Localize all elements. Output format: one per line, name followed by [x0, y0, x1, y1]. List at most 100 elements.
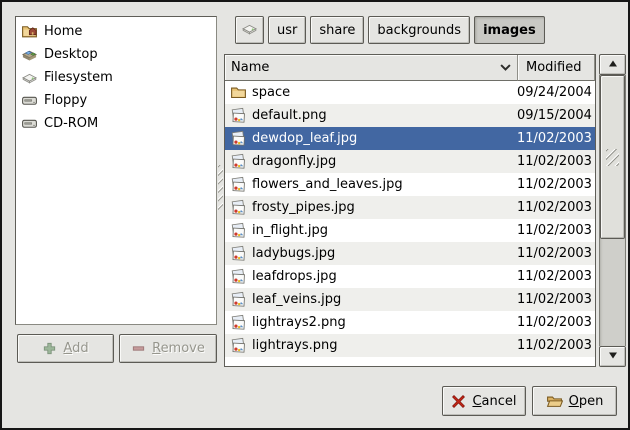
file-row-lightrays-png[interactable]: lightrays.png 11/02/2003: [225, 334, 595, 357]
path-button-usr[interactable]: usr: [268, 16, 306, 44]
file-name-cell: flowers_and_leaves.jpg: [225, 176, 517, 193]
image-file-icon: [230, 130, 247, 147]
file-modified: 11/02/2003: [517, 154, 595, 169]
file-modified: 11/02/2003: [517, 315, 595, 330]
file-name: leaf_veins.jpg: [252, 292, 341, 307]
file-name-cell: frosty_pipes.jpg: [225, 199, 517, 216]
scrollbar-thumb[interactable]: [600, 75, 625, 239]
cancel-button[interactable]: Cancel: [442, 386, 526, 416]
file-rows: space09/24/2004default.png09/15/2004dewd…: [225, 81, 595, 357]
file-name-cell: in_flight.jpg: [225, 222, 517, 239]
path-button-images[interactable]: images: [474, 16, 545, 44]
file-modified: 11/02/2003: [517, 200, 595, 215]
file-name-cell: leafdrops.jpg: [225, 268, 517, 285]
image-file-icon: [230, 107, 247, 124]
file-row-space[interactable]: space 09/24/2004: [225, 81, 595, 104]
list-header: Name Modified: [225, 55, 595, 81]
path-button-backgrounds[interactable]: backgrounds: [368, 16, 470, 44]
file-name-cell: default.png: [225, 107, 517, 124]
file-modified: 11/02/2003: [517, 292, 595, 307]
file-row-leafdrops-jpg[interactable]: leafdrops.jpg11/02/2003: [225, 265, 595, 288]
pane-resize-handle[interactable]: [218, 165, 223, 211]
file-name: ladybugs.jpg: [252, 246, 335, 261]
file-list: Name Modified space 09/24/2004 default.png…: [224, 54, 596, 367]
image-file-icon: [230, 291, 247, 308]
file-modified: 11/02/2003: [517, 246, 595, 261]
cancel-x-icon: [451, 394, 466, 409]
open-button-label: Open: [569, 394, 604, 409]
path-button-label: usr: [277, 23, 297, 38]
open-folder-icon: [546, 393, 563, 410]
image-file-icon: [230, 314, 247, 331]
file-name: space: [252, 85, 290, 100]
file-row-default-png[interactable]: default.png 09/15/2004: [225, 104, 595, 127]
remove-button-label: Remove: [152, 341, 205, 356]
file-modified: 09/24/2004: [517, 85, 595, 100]
vertical-scrollbar: [599, 54, 626, 367]
file-modified: 11/02/2003: [517, 177, 595, 192]
scrollbar-trough[interactable]: [599, 75, 626, 346]
add-button[interactable]: Add: [17, 334, 114, 363]
scroll-up-button[interactable]: [599, 54, 626, 75]
image-file-icon: [230, 337, 247, 354]
remove-minus-icon: [131, 341, 146, 356]
file-chooser-dialog: Home DesktopFilesystem Floppy CD-ROM usr sha…: [0, 0, 630, 430]
file-row-lightrays2-png[interactable]: lightrays2.png 11/02/2003: [225, 311, 595, 334]
file-modified: 11/02/2003: [517, 338, 595, 353]
places-sidebar: Home DesktopFilesystem Floppy CD-ROM: [15, 16, 217, 325]
sidebar-item-home[interactable]: Home: [16, 20, 216, 43]
file-row-dewdop-leaf-jpg[interactable]: dewdop_leaf.jpg11/02/2003: [225, 127, 595, 150]
file-name-cell: lightrays.png: [225, 337, 517, 354]
file-modified: 09/15/2004: [517, 108, 595, 123]
sidebar-item-filesystem[interactable]: Filesystem: [16, 66, 216, 89]
sidebar-item-label: CD-ROM: [44, 116, 98, 131]
open-button[interactable]: Open: [532, 386, 617, 416]
sidebar-item-label: Floppy: [44, 93, 87, 108]
file-name: in_flight.jpg: [252, 223, 328, 238]
file-name: lightrays.png: [252, 338, 337, 353]
floppy-drive-icon: [21, 92, 38, 109]
add-button-label: Add: [63, 341, 88, 356]
sidebar-item-label: Home: [44, 24, 82, 39]
scroll-down-button[interactable]: [599, 346, 626, 367]
file-name: default.png: [252, 108, 327, 123]
path-button-label: images: [483, 23, 536, 38]
file-row-leaf-veins-jpg[interactable]: leaf_veins.jpg 11/02/2003: [225, 288, 595, 311]
file-modified: 11/02/2003: [517, 269, 595, 284]
folder-icon: [230, 84, 247, 101]
column-header-name[interactable]: Name: [225, 55, 518, 81]
file-name: flowers_and_leaves.jpg: [252, 177, 403, 192]
file-name-cell: lightrays2.png: [225, 314, 517, 331]
sidebar-item-floppy[interactable]: Floppy: [16, 89, 216, 112]
scrollbar-grip: [606, 149, 619, 166]
path-button-label: backgrounds: [377, 23, 461, 38]
file-row-frosty-pipes-jpg[interactable]: frosty_pipes.jpg 11/02/2003: [225, 196, 595, 219]
image-file-icon: [230, 222, 247, 239]
path-button-label: share: [319, 23, 355, 38]
file-row-in-flight-jpg[interactable]: in_flight.jpg11/02/2003: [225, 219, 595, 242]
column-header-modified-label: Modified: [526, 60, 581, 75]
sidebar-item-desktop[interactable]: Desktop: [16, 43, 216, 66]
file-name-cell: space: [225, 84, 517, 101]
file-modified: 11/02/2003: [517, 131, 595, 146]
image-file-icon: [230, 176, 247, 193]
file-name-cell: dragonfly.jpg: [225, 153, 517, 170]
file-row-dragonfly-jpg[interactable]: dragonfly.jpg 11/02/2003: [225, 150, 595, 173]
column-header-modified[interactable]: Modified: [518, 55, 595, 81]
root-disk-icon: [241, 20, 258, 41]
sidebar-item-cd-rom[interactable]: CD-ROM: [16, 112, 216, 135]
file-row-ladybugs-jpg[interactable]: ladybugs.jpg 11/02/2003: [225, 242, 595, 265]
path-button-root[interactable]: [235, 16, 264, 44]
arrow-down-icon: [608, 349, 618, 364]
image-file-icon: [230, 199, 247, 216]
cancel-button-label: Cancel: [472, 394, 516, 409]
file-name: dragonfly.jpg: [252, 154, 336, 169]
file-name-cell: leaf_veins.jpg: [225, 291, 517, 308]
remove-button[interactable]: Remove: [119, 334, 217, 363]
path-button-share[interactable]: share: [310, 16, 364, 44]
file-name: lightrays2.png: [252, 315, 346, 330]
file-name-cell: dewdop_leaf.jpg: [225, 130, 517, 147]
file-row-flowers-and-leaves-jpg[interactable]: flowers_and_leaves.jpg 11/02/2003: [225, 173, 595, 196]
path-bar: usr share backgrounds images: [235, 16, 545, 44]
file-name: frosty_pipes.jpg: [252, 200, 355, 215]
